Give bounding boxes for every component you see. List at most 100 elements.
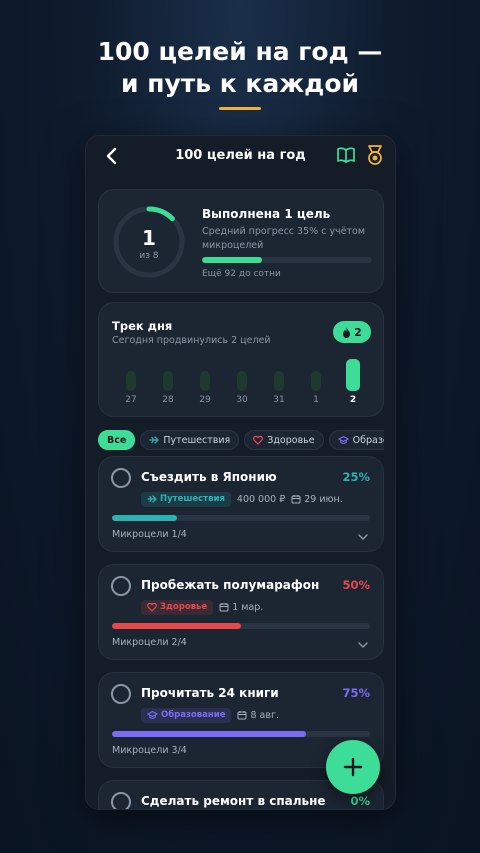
goal-category-tag: Путешествия: [141, 491, 231, 507]
day-activity-bar: [311, 371, 321, 391]
category-filters: Все Путешествия Здоровье Образование: [98, 430, 384, 450]
goal-meta: Образование 8 авг.: [141, 707, 279, 723]
plane-icon: [147, 495, 157, 503]
heart-icon: [253, 435, 264, 445]
heart-icon: [147, 602, 157, 612]
promo-headline-line2: и путь к каждой: [120, 69, 360, 98]
goal-meta: Путешествия 400 000 ₽ 29 июн.: [141, 491, 343, 507]
goal-category-tag: Образование: [141, 707, 232, 723]
calendar-icon: [237, 711, 247, 720]
plane-icon: [149, 436, 159, 444]
phone-screen: 100 целей на год 1 из 8 Выполнена 1 цель…: [85, 135, 396, 810]
day-29: 29: [187, 359, 223, 407]
goal-deadline: 8 авг.: [237, 710, 279, 721]
filter-chip[interactable]: Здоровье: [244, 430, 324, 450]
day-activity-bar: [346, 359, 360, 391]
chevron-down-icon: [358, 642, 368, 648]
day-activity-bar: [163, 371, 173, 391]
summary-title: Выполнена 1 цель: [202, 207, 331, 221]
day-2: 2: [335, 359, 371, 407]
medal-icon: [368, 145, 382, 165]
day-activity-bar: [200, 371, 210, 391]
goal-microgoals: Микроцели 2/4: [112, 637, 187, 648]
day-1: 1: [298, 359, 334, 407]
goal-percent: 25%: [342, 470, 370, 484]
goal-checkbox[interactable]: [111, 684, 131, 704]
streak-subtitle: Сегодня продвинулись 2 целей: [112, 335, 271, 346]
goal-deadline: 1 мар.: [219, 602, 263, 613]
graduation-cap-icon: [337, 436, 349, 444]
summary-progress-fill: [202, 257, 262, 263]
filter-chip-label: Путешествия: [163, 434, 231, 446]
filter-chip[interactable]: Путешествия: [140, 430, 240, 450]
achievements-button[interactable]: [365, 144, 385, 166]
goal-title: Пробежать полумарафон: [141, 578, 320, 592]
goal-card[interactable]: Пробежать полумарафон 50% Здоровье 1 мар…: [98, 564, 384, 660]
day-activity-bar: [237, 371, 247, 391]
streak-count: 2: [354, 325, 362, 339]
goal-card[interactable]: Съездить в Японию 25% Путешествия 400 00…: [98, 456, 384, 552]
streak-title: Трек дня: [112, 319, 173, 333]
goal-progress-bar: [112, 731, 370, 737]
promo-headline: 100 целей на год — и путь к каждой: [0, 36, 480, 100]
filter-chip-label: Здоровье: [267, 434, 315, 446]
goal-progress-bar: [112, 515, 370, 521]
goal-category-tag: Здоровье: [141, 599, 214, 615]
day-28: 28: [150, 359, 186, 407]
day-27: 27: [113, 359, 149, 407]
remaining-text: Ещё 92 до сотни: [202, 269, 281, 279]
plus-icon: [343, 757, 363, 777]
goal-percent: 50%: [342, 578, 370, 592]
day-label: 1: [313, 395, 319, 405]
streak-badge: 2: [333, 321, 371, 343]
day-30: 30: [224, 359, 260, 407]
goal-title: Съездить в Японию: [141, 470, 277, 484]
book-button[interactable]: [336, 146, 356, 164]
goal-percent: 75%: [342, 686, 370, 700]
calendar-icon: [291, 495, 301, 504]
expand-button[interactable]: [357, 635, 369, 648]
day-activity-bar: [274, 371, 284, 391]
goal-checkbox[interactable]: [111, 576, 131, 596]
day-31: 31: [261, 359, 297, 407]
promo-headline-line1: 100 целей на год —: [97, 37, 383, 66]
filter-chip[interactable]: Все: [98, 430, 136, 450]
day-label: 27: [125, 395, 137, 405]
summary-progress-bar: [202, 257, 372, 263]
add-goal-button[interactable]: [326, 740, 380, 794]
streak-card: Трек дня Сегодня продвинулись 2 целей 2 …: [98, 302, 384, 417]
goal-progress-fill: [112, 731, 306, 737]
goal-checkbox[interactable]: [111, 468, 131, 488]
graduation-cap-icon: [147, 711, 158, 719]
goal-deadline: 29 июн.: [291, 494, 343, 505]
expand-button[interactable]: [357, 527, 369, 540]
day-label: 28: [162, 395, 174, 405]
summary-card: 1 из 8 Выполнена 1 цель Средний прогресс…: [98, 189, 384, 293]
calendar-icon: [219, 603, 229, 612]
goal-microgoals: Микроцели 1/4: [112, 529, 187, 540]
goal-progress-bar: [112, 623, 370, 629]
goal-progress-fill: [112, 623, 241, 629]
filter-chip-label: Образование: [352, 434, 384, 446]
goal-title: Прочитать 24 книги: [141, 686, 279, 700]
goal-microgoals: Микроцели 3/4: [112, 745, 187, 756]
day-track: 27 28 29 30 31 1 2: [113, 359, 371, 407]
goal-budget: 400 000 ₽: [236, 493, 286, 505]
day-label: 31: [273, 395, 285, 405]
chevron-down-icon: [358, 534, 368, 540]
done-count: 1: [142, 226, 156, 250]
app-bar: 100 целей на год: [86, 136, 395, 178]
day-label: 30: [236, 395, 248, 405]
summary-subtitle: Средний прогресс 35% с учётом микроцелей: [202, 226, 366, 251]
headline-underline: [219, 107, 261, 110]
goal-meta: Здоровье 1 мар.: [141, 599, 263, 615]
book-icon: [337, 147, 355, 163]
goal-checkbox[interactable]: [111, 792, 131, 809]
day-label: 29: [199, 395, 211, 405]
goal-progress-fill: [112, 515, 177, 521]
goal-percent: 0%: [350, 794, 370, 808]
filter-chip[interactable]: Образование: [328, 430, 384, 450]
day-label: 2: [349, 395, 357, 405]
fire-icon: [343, 326, 351, 338]
total-count: из 8: [139, 251, 159, 261]
